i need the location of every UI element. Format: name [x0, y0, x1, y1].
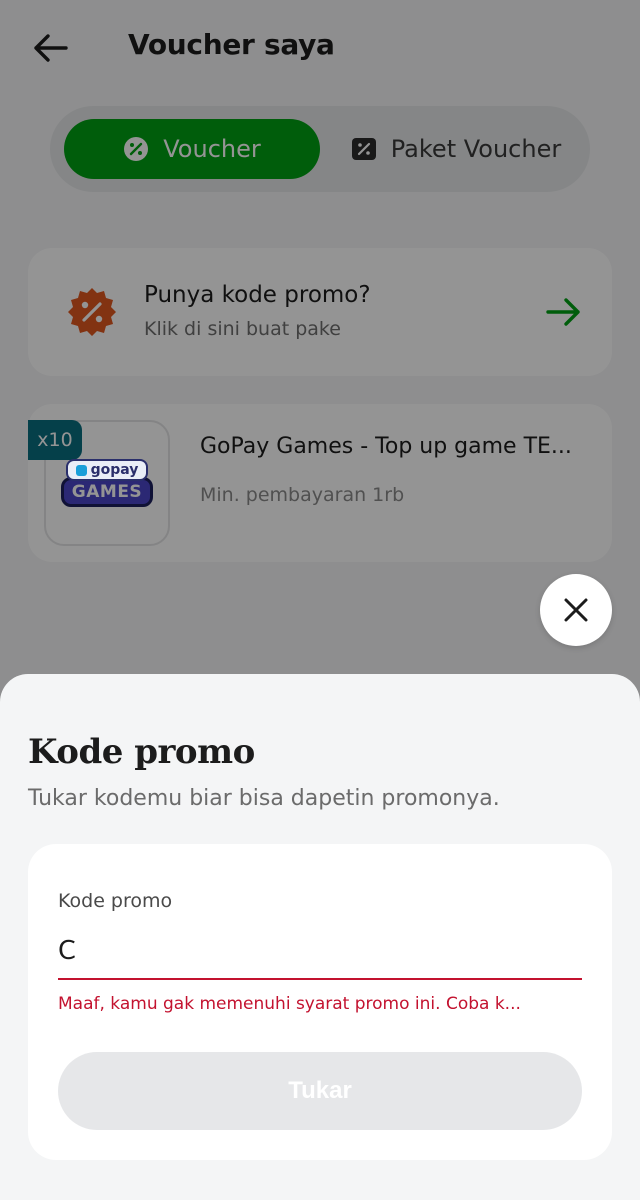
sheet-subtitle: Tukar kodemu biar bisa dapetin promonya. [28, 786, 500, 811]
promo-field-label: Kode promo [58, 890, 173, 912]
redeem-button[interactable]: Tukar [58, 1052, 582, 1130]
sheet-title: Kode promo [28, 732, 255, 772]
promo-code-input[interactable]: C [58, 928, 548, 974]
promo-code-sheet: Kode promo Tukar kodemu biar bisa dapeti… [0, 674, 640, 1200]
logo-gopay-text: gopay [90, 462, 139, 478]
gopay-icon [75, 464, 87, 476]
promo-error-message: Maaf, kamu gak memenuhi syarat promo ini… [58, 994, 521, 1014]
promo-form-card: Kode promo C Maaf, kamu gak memenuhi sya… [28, 844, 612, 1160]
close-icon [564, 598, 588, 622]
redaction-mark [198, 946, 498, 968]
close-button[interactable] [540, 574, 612, 646]
field-underline-error [58, 978, 582, 980]
